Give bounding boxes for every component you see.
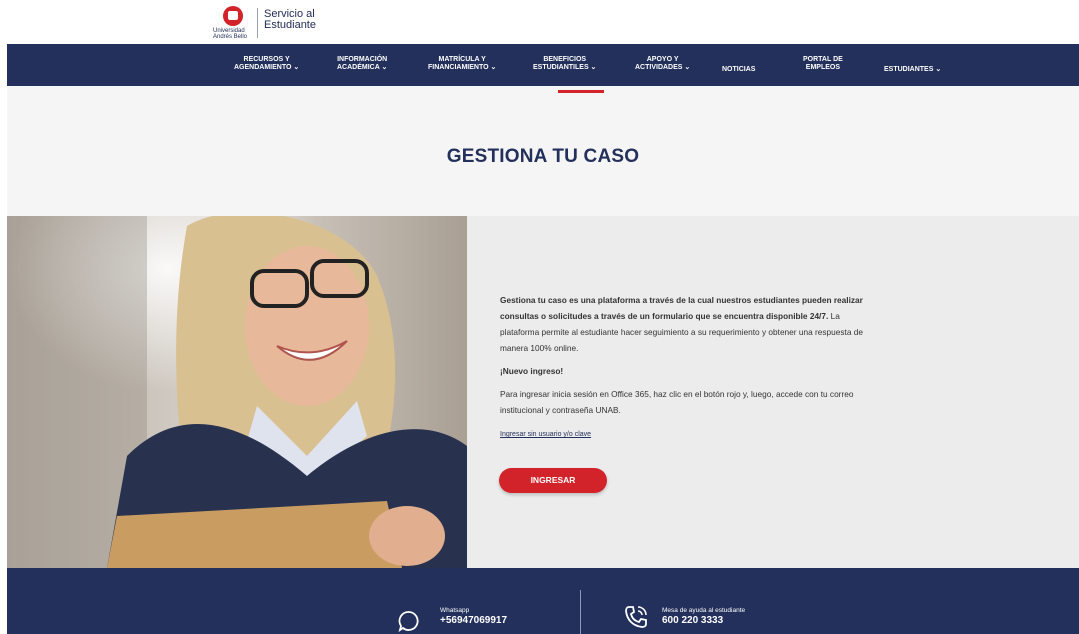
logo[interactable]: Universidad Andrés Bello Servicio al Est… (213, 6, 322, 42)
nav-informacion[interactable]: INFORMACIÓN ACADÉMICA ⌄ (337, 56, 387, 72)
help-desk-contact[interactable]: Mesa de ayuda al estudiante 600 220 3333 (662, 607, 745, 627)
whatsapp-contact[interactable]: Whatsapp +56947069917 (440, 607, 507, 627)
hero-photo (7, 216, 467, 568)
whatsapp-number: +56947069917 (440, 615, 508, 626)
nav-matricula[interactable]: MATRÍCULA Y FINANCIAMIENTO ⌄ (428, 56, 496, 72)
intro-bold-text: Gestiona tu caso es una plataforma a tra… (500, 295, 863, 321)
nav-recursos[interactable]: RECURSOS Y AGENDAMIENTO ⌄ (234, 56, 299, 72)
logo-service-text: Servicio al Estudiante (264, 8, 316, 31)
nav-beneficios[interactable]: BENEFICIOS ESTUDIANTILES ⌄ (533, 56, 596, 72)
intro-paragraph: Gestiona tu caso es una plataforma a tra… (500, 292, 880, 356)
footer-divider (580, 590, 581, 634)
page-title: GESTIONA TU CASO (446, 146, 640, 167)
title-underline (558, 90, 604, 93)
whatsapp-icon[interactable] (398, 610, 420, 632)
student-photo-illustration (7, 216, 467, 568)
main-navigation: RECURSOS Y AGENDAMIENTO ⌄ INFORMACIÓN AC… (7, 44, 1079, 86)
university-seal-icon: Universidad Andrés Bello (213, 6, 255, 42)
nav-apoyo[interactable]: APOYO Y ACTIVIDADES ⌄ (635, 56, 690, 72)
logo-university-text: Universidad Andrés Bello (213, 28, 248, 40)
help-desk-label: Mesa de ayuda al estudiante (662, 607, 746, 614)
phone-icon[interactable] (623, 604, 649, 630)
login-without-user-link[interactable]: Ingresar sin usuario y/o clave (500, 431, 591, 438)
title-section: GESTIONA TU CASO (7, 86, 1079, 216)
whatsapp-label: Whatsapp (440, 607, 470, 614)
top-bar: Universidad Andrés Bello Servicio al Est… (0, 0, 1079, 44)
description-block: Gestiona tu caso es una plataforma a tra… (500, 292, 880, 450)
new-login-heading: ¡Nuevo ingreso! (500, 366, 564, 376)
login-instructions: Para ingresar inicia sesión en Office 36… (500, 389, 854, 415)
nav-portal-empleos[interactable]: PORTAL DE EMPLEOS (803, 56, 843, 72)
logo-divider (257, 8, 258, 38)
content-panel: Gestiona tu caso es una plataforma a tra… (467, 216, 1079, 568)
nav-noticias[interactable]: NOTICIAS (722, 66, 755, 74)
nav-estudiantes[interactable]: ESTUDIANTES ⌄ (884, 66, 941, 74)
help-desk-number: 600 220 3333 (662, 615, 724, 626)
footer: Whatsapp +56947069917 Mesa de ayuda al e… (7, 568, 1079, 634)
ingresar-button[interactable]: INGRESAR (499, 468, 607, 493)
